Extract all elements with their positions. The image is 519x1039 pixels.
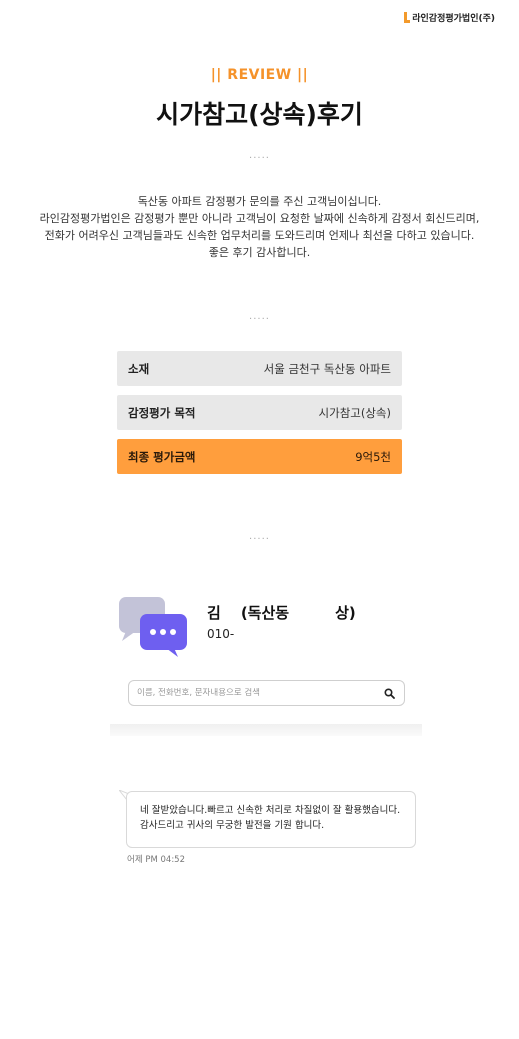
dot-separator: ..... <box>249 150 270 161</box>
detail-row-location: 소재 서울 금천구 독산동 아파트 <box>117 351 402 386</box>
detail-row-final-amount: 최종 평가금액 9억5천 <box>117 439 402 474</box>
review-tag: || REVIEW || <box>210 67 309 83</box>
message-line: 감사드리고 귀사의 무궁한 발전을 기원 합니다. <box>140 820 325 831</box>
detail-value: 9억5천 <box>355 449 391 464</box>
logo-text: 라인감정평가법인(주) <box>412 14 495 24</box>
message-search-input[interactable] <box>137 688 357 698</box>
page-title: 시가참고(상속)후기 <box>156 100 363 129</box>
detail-value: 서울 금천구 독산동 아파트 <box>263 361 391 376</box>
contact-name-suffix: 상) <box>335 604 356 622</box>
logo-mark-icon <box>404 12 411 23</box>
message-bubble: 네 잘받았습니다.빠르고 신속한 처리로 차질없이 잘 활용했습니다. 감사드리… <box>126 791 416 848</box>
detail-label: 소재 <box>128 361 150 376</box>
detail-row-purpose: 감정평가 목적 시가참고(상속) <box>117 395 402 430</box>
search-icon[interactable] <box>382 686 396 700</box>
detail-label: 최종 평가금액 <box>128 449 196 464</box>
contact-phone: 010- <box>207 627 235 641</box>
detail-label: 감정평가 목적 <box>128 405 196 420</box>
chat-bubbles-icon <box>119 597 187 657</box>
message-timestamp: 어제 PM 04:52 <box>127 855 185 865</box>
description-line: 라인감정평가법인은 감정평가 뿐만 아니라 고객님이 요청한 날짜에 신속하게 … <box>39 212 480 225</box>
contact-name-prefix: 김 <box>207 604 221 622</box>
message-line: 네 잘받았습니다.빠르고 신속한 처리로 차질없이 잘 활용했습니다. <box>140 805 401 816</box>
section-divider <box>110 724 422 736</box>
contact-name: 김 (독산동 상) <box>207 602 356 623</box>
company-logo: 라인감정평가법인(주) <box>404 11 495 24</box>
description-line: 좋은 후기 감사합니다. <box>208 246 311 259</box>
contact-name-mid: (독산동 <box>240 604 290 622</box>
details-table: 소재 서울 금천구 독산동 아파트 감정평가 목적 시가참고(상속) 최종 평가… <box>117 351 402 483</box>
detail-value: 시가참고(상속) <box>318 405 391 420</box>
dot-separator: ..... <box>249 531 270 542</box>
description-line: 독산동 아파트 감정평가 문의를 주신 고객님이십니다. <box>137 195 382 208</box>
message-search-bar <box>128 680 405 706</box>
description-line: 전화가 어려우신 고객님들과도 신속한 업무처리를 도와드리며 언제나 최선을 … <box>44 229 475 242</box>
dot-separator: ..... <box>249 311 270 322</box>
review-description: 독산동 아파트 감정평가 문의를 주신 고객님이십니다. 라인감정평가법인은 감… <box>20 193 499 261</box>
